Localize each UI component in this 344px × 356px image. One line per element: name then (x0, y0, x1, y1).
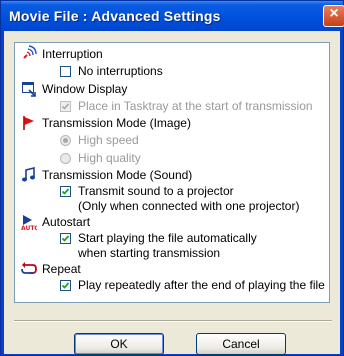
svg-text:AUTO: AUTO (21, 225, 37, 230)
place-in-tasktray-label[interactable]: Place in Tasktray at the start of transm… (78, 99, 313, 113)
section-label-repeat: Repeat (42, 262, 81, 276)
section-label-transmission-image: Transmission Mode (Image) (42, 116, 191, 130)
section-label-interruption: Interruption (42, 47, 103, 61)
window-minimize-icon (22, 82, 36, 97)
settings-panel: Interruption No interruptions Window Dis… (14, 42, 330, 303)
place-in-tasktray-checkbox[interactable] (60, 101, 71, 112)
section-label-autostart: Autostart (42, 215, 91, 229)
repeat-arrows-icon (21, 262, 37, 274)
cancel-button[interactable]: Cancel (196, 333, 286, 355)
autostart-checkbox[interactable] (60, 233, 71, 244)
dialog-body: Interruption No interruptions Window Dis… (4, 31, 340, 355)
red-flag-icon (23, 116, 34, 130)
close-button[interactable]: × (323, 5, 344, 27)
high-quality-radio[interactable] (60, 153, 71, 164)
ok-button[interactable]: OK (74, 333, 164, 355)
transmit-sound-label[interactable]: Transmit sound to a projector (78, 184, 234, 198)
checkmark-icon (61, 282, 70, 289)
title-bar[interactable]: Movie File : Advanced Settings × (1, 1, 344, 31)
close-icon: × (329, 5, 339, 22)
no-interruptions-label[interactable]: No interruptions (78, 64, 163, 78)
transmit-sound-note: (Only when connected with one projector) (78, 199, 300, 213)
divider (14, 320, 332, 322)
autostart-label-line2: when starting transmission (78, 246, 221, 260)
high-quality-label[interactable]: High quality (78, 151, 141, 165)
high-speed-radio[interactable] (60, 135, 71, 146)
window-title: Movie File : Advanced Settings (9, 8, 221, 24)
checkmark-icon (61, 235, 70, 242)
repeat-label[interactable]: Play repeatedly after the end of playing… (78, 278, 325, 292)
section-label-window-display: Window Display (42, 82, 128, 96)
radio-dot (63, 138, 68, 143)
repeat-checkbox[interactable] (60, 280, 71, 291)
checkmark-icon (61, 188, 70, 195)
autostart-label[interactable]: Start playing the file automatically (78, 231, 257, 245)
signal-waves-icon (23, 45, 37, 59)
auto-play-icon: AUTO (21, 215, 37, 230)
music-note-icon (22, 167, 35, 182)
dialog-window: Movie File : Advanced Settings × Interru… (0, 0, 344, 356)
no-interruptions-checkbox[interactable] (60, 66, 71, 77)
transmit-sound-checkbox[interactable] (60, 186, 71, 197)
high-speed-label[interactable]: High speed (78, 133, 139, 147)
checkmark-icon (61, 103, 70, 110)
section-label-transmission-sound: Transmission Mode (Sound) (42, 168, 193, 182)
